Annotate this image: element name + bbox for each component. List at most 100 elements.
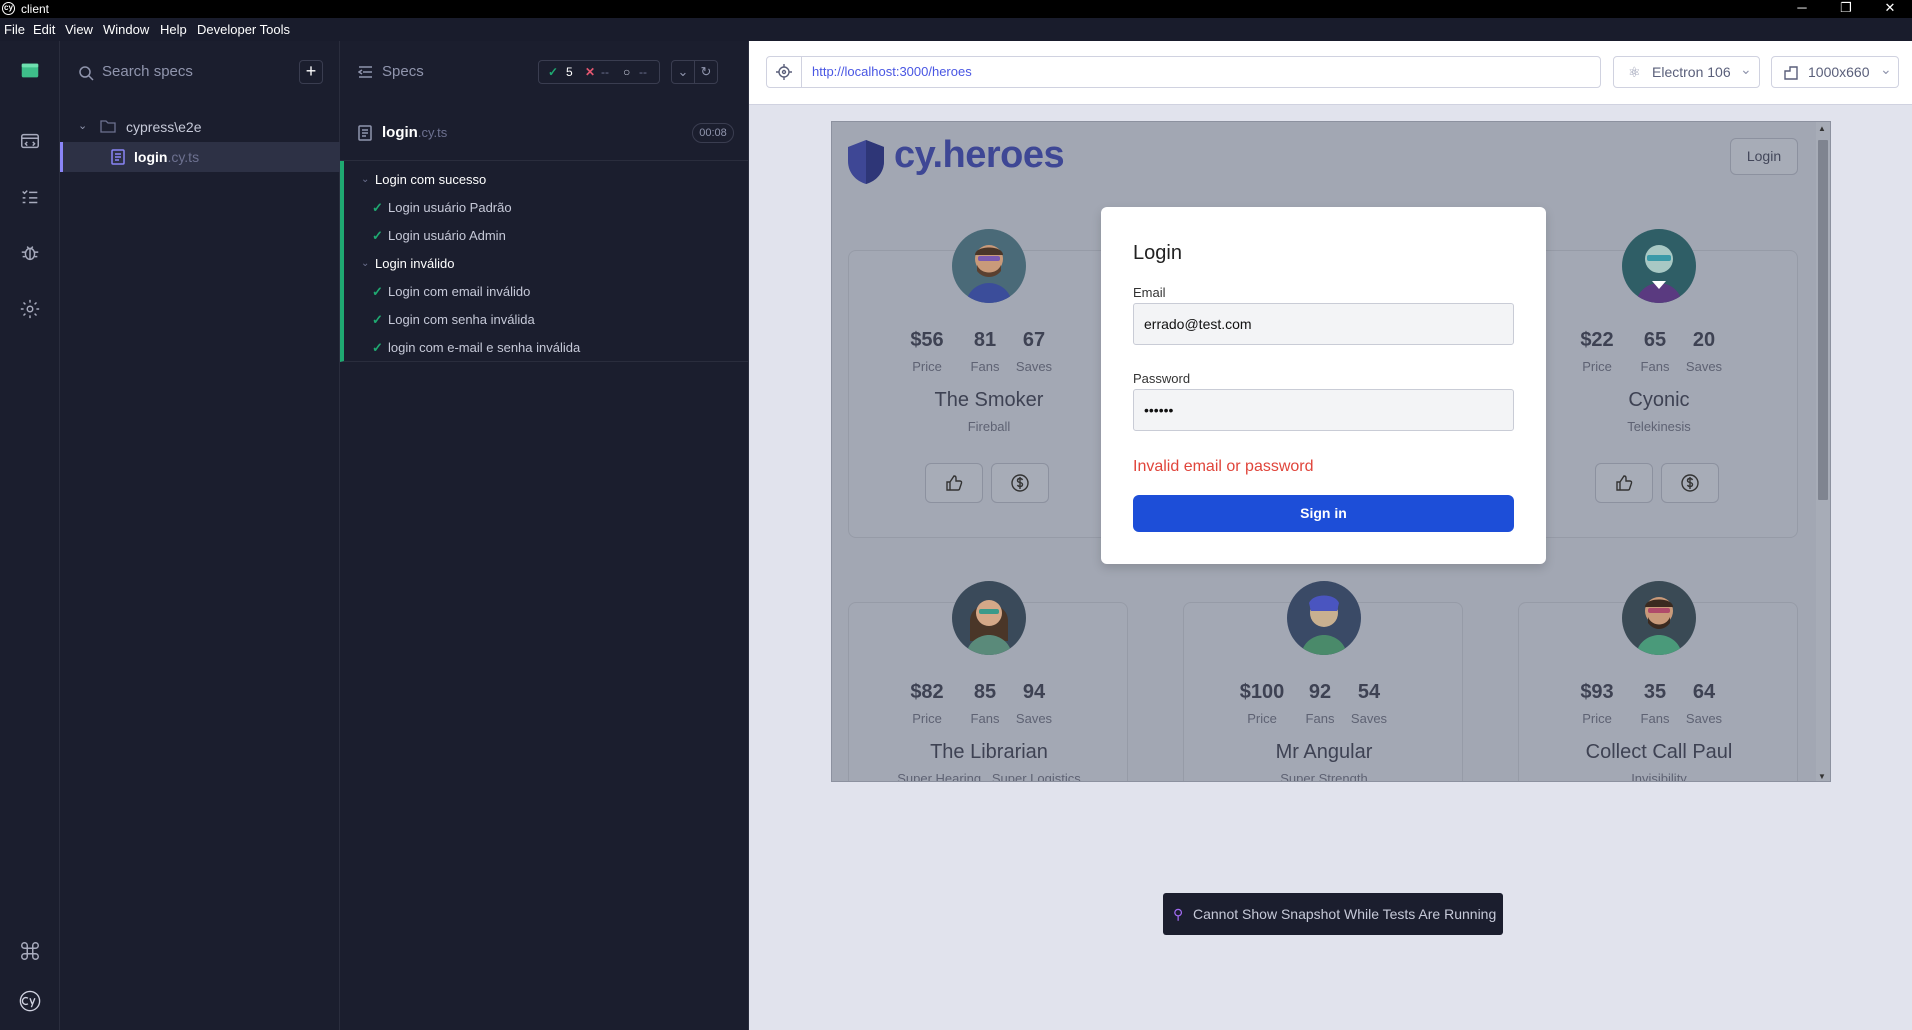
hero-card: $100 Price 92 Fans 54 Saves Mr Angular Supe…	[1183, 581, 1463, 782]
suite-login-invalido[interactable]: ⌄ Login inválido	[361, 256, 455, 271]
menu-file[interactable]: File	[4, 22, 25, 37]
snapshot-message-text: Cannot Show Snapshot While Tests Are Run…	[1193, 906, 1497, 922]
fans-label: Fans	[970, 359, 1000, 374]
hero-power: Super Hearing , Super Logistics	[897, 771, 1081, 782]
specs-nav-icon[interactable]	[18, 129, 42, 153]
spec-file-item[interactable]: login.cy.ts	[60, 142, 340, 172]
pending-count: --	[639, 65, 647, 79]
project-icon[interactable]	[18, 59, 42, 83]
like-button[interactable]	[925, 463, 983, 503]
suite-title: Login com sucesso	[375, 172, 487, 187]
hire-button[interactable]	[1661, 463, 1719, 503]
price-label: Price	[1582, 711, 1612, 726]
price-stat: $22 Price	[1573, 329, 1621, 374]
email-field[interactable]: errado@test.com	[1133, 303, 1514, 345]
cypress-logo-icon[interactable]	[14, 985, 46, 1017]
price-label: Price	[1582, 359, 1612, 374]
thumbs-up-icon	[1616, 475, 1633, 491]
email-label: Email	[1133, 285, 1166, 300]
app-scrollbar[interactable]: ▲ ▼	[1816, 122, 1830, 781]
fans-label: Fans	[1305, 711, 1335, 726]
sidebar-collapse-icon	[358, 66, 372, 78]
keyboard-shortcuts-icon[interactable]	[18, 939, 42, 963]
price-stat: $56 Price	[903, 329, 951, 374]
fans-value: 35	[1643, 681, 1667, 703]
menu-edit[interactable]: Edit	[33, 22, 55, 37]
hire-button[interactable]	[991, 463, 1049, 503]
debug-nav-icon[interactable]	[18, 241, 42, 265]
saves-value: 20	[1692, 329, 1716, 351]
menu-developer-tools[interactable]: Developer Tools	[197, 22, 290, 37]
saves-value: 54	[1357, 681, 1381, 703]
hero-avatar	[1622, 581, 1696, 655]
minimize-button[interactable]: ─	[1782, 0, 1822, 18]
price-value: $56	[910, 329, 944, 351]
menu-view[interactable]: View	[65, 22, 93, 37]
test-title: Login com email inválido	[388, 284, 531, 299]
runs-nav-icon[interactable]	[18, 185, 42, 209]
test-item[interactable]: ✓ Login com senha inválida	[372, 312, 535, 327]
header-login-button[interactable]: Login	[1730, 138, 1798, 175]
like-button[interactable]	[1595, 463, 1653, 503]
rerun-icon[interactable]: ↻	[694, 60, 718, 84]
test-item[interactable]: ✓ Login usuário Admin	[372, 228, 506, 243]
sign-in-button[interactable]: Sign in	[1133, 495, 1514, 532]
fans-value: 85	[973, 681, 997, 703]
hero-card: $82 Price 85 Fans 94 Saves The Librarian Su…	[848, 581, 1128, 782]
saves-value: 64	[1692, 681, 1716, 703]
shield-icon	[848, 140, 884, 184]
chevron-down-icon: ⌄	[1740, 61, 1752, 77]
nav-rail	[0, 41, 60, 1030]
specs-header-label: Specs	[382, 63, 424, 80]
fans-label: Fans	[970, 711, 1000, 726]
url-display[interactable]: http://localhost:3000/heroes	[801, 56, 1601, 88]
fans-value: 92	[1308, 681, 1332, 703]
test-title: Login usuário Padrão	[388, 200, 512, 215]
spec-duration: 00:08	[692, 123, 734, 143]
hero-power: Super Strength	[1280, 771, 1368, 782]
hero-power: Fireball	[967, 419, 1011, 434]
price-label: Price	[912, 711, 942, 726]
viewport-selector[interactable]: 1000x660 ⌄	[1771, 56, 1899, 88]
test-item[interactable]: ✓ Login com email inválido	[372, 284, 531, 299]
menu-window[interactable]: Window	[103, 22, 149, 37]
saves-label: Saves	[1685, 359, 1723, 374]
test-title: login com e-mail e senha inválida	[388, 340, 581, 355]
hero-avatar	[1622, 229, 1696, 303]
chevron-down-icon[interactable]: ⌄	[671, 60, 695, 84]
password-field[interactable]: ••••••	[1133, 389, 1514, 431]
saves-stat: 54 Saves	[1345, 681, 1393, 726]
browser-selector[interactable]: ⚛ Electron 106 ⌄	[1613, 56, 1760, 88]
spec-list-panel: Search specs + ⌄ cypress\e2e login.cy.ts	[60, 41, 340, 1030]
hero-avatar	[1287, 581, 1361, 655]
test-stats: ✓ 5 ✕ -- ○ --	[538, 60, 660, 84]
dollar-icon	[1011, 474, 1029, 492]
settings-gear-icon[interactable]	[18, 297, 42, 321]
scroll-up-icon[interactable]: ▲	[1818, 124, 1826, 133]
close-button[interactable]: ✕	[1870, 0, 1910, 18]
price-stat: $93 Price	[1573, 681, 1621, 726]
hero-card: $56 Price 81 Fans 67 Saves The Smoker Fireb…	[848, 229, 1128, 538]
scroll-down-icon[interactable]: ▼	[1818, 772, 1826, 781]
password-label: Password	[1133, 371, 1191, 386]
saves-label: Saves	[1015, 359, 1053, 374]
thumbs-up-icon	[946, 475, 963, 491]
selector-playground-icon[interactable]	[766, 56, 802, 88]
test-item[interactable]: ✓ login com e-mail e senha inválida	[372, 340, 581, 355]
test-item[interactable]: ✓ Login usuário Padrão	[372, 200, 512, 215]
fans-stat: 65 Fans	[1631, 329, 1679, 374]
price-stat: $82 Price	[903, 681, 951, 726]
folder-icon	[100, 120, 116, 133]
maximize-button[interactable]: ❐	[1826, 0, 1866, 18]
add-spec-button[interactable]: +	[299, 60, 323, 84]
menu-help[interactable]: Help	[160, 22, 187, 37]
search-specs-input[interactable]: Search specs	[102, 63, 193, 80]
suite-title: Login inválido	[375, 256, 455, 271]
suite-login-sucesso[interactable]: ⌄ Login com sucesso	[361, 172, 487, 187]
failed-x-icon: ✕	[585, 65, 596, 79]
fans-stat: 85 Fans	[961, 681, 1009, 726]
pending-circle-icon: ○	[623, 65, 631, 79]
pin-icon: ⚲	[1173, 906, 1184, 922]
saves-label: Saves	[1015, 711, 1053, 726]
scroll-thumb[interactable]	[1818, 140, 1828, 500]
